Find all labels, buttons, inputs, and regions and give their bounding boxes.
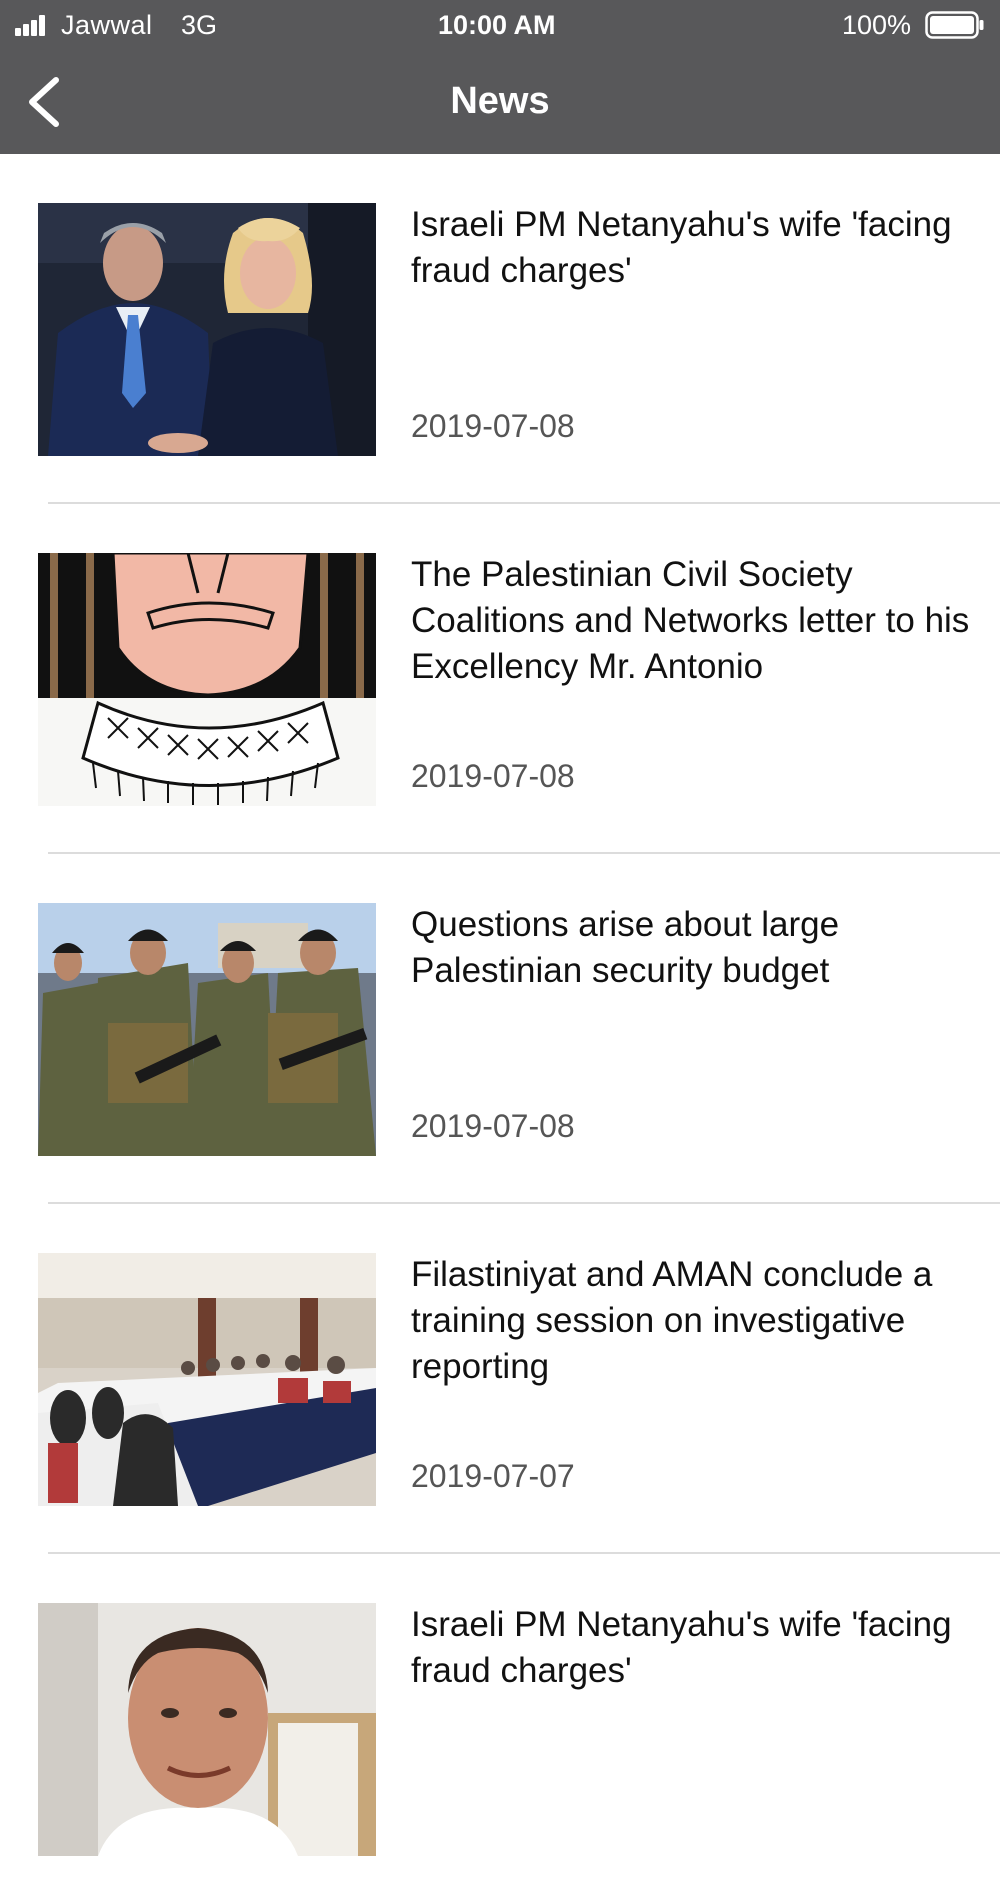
navigation-bar: News xyxy=(0,50,1000,154)
news-thumbnail xyxy=(38,1603,376,1856)
news-thumbnail xyxy=(38,903,376,1156)
news-date: 2019-07-07 xyxy=(411,1458,575,1494)
page-title: News xyxy=(450,80,550,122)
conference-room-photo-image xyxy=(38,1253,376,1506)
news-date: 2019-07-08 xyxy=(411,1108,575,1144)
couple-photo-image xyxy=(38,203,376,456)
news-thumbnail xyxy=(38,203,376,456)
network-type: 3G xyxy=(181,10,218,40)
cartoon-prisoner-image xyxy=(38,553,376,806)
news-item[interactable]: The Palestinian Civil Society Coalitions… xyxy=(0,504,1000,854)
app-header: Jawwal 3G 10:00 AM 100% News xyxy=(0,0,1000,154)
news-item[interactable]: Questions arise about large Palestinian … xyxy=(0,854,1000,1204)
news-date: 2019-07-08 xyxy=(411,408,575,444)
news-title: Questions arise about large Palestinian … xyxy=(411,905,840,990)
signal-strength-icon xyxy=(15,14,55,36)
man-portrait-photo-image xyxy=(38,1603,376,1856)
soldiers-photo-image xyxy=(38,903,376,1156)
news-title: The Palestinian Civil Society Coalitions… xyxy=(411,555,970,686)
carrier-name: Jawwal xyxy=(61,10,153,40)
news-thumbnail xyxy=(38,1253,376,1506)
news-title: Israeli PM Netanyahu's wife 'facing frau… xyxy=(411,205,952,290)
battery-icon xyxy=(925,11,984,39)
news-title: Israeli PM Netanyahu's wife 'facing frau… xyxy=(411,1605,952,1690)
news-item[interactable]: Israeli PM Netanyahu's wife 'facing frau… xyxy=(0,154,1000,504)
status-time: 10:00 AM xyxy=(438,10,556,40)
news-item[interactable]: Filastiniyat and AMAN conclude a trainin… xyxy=(0,1204,1000,1554)
status-bar: Jawwal 3G 10:00 AM 100% xyxy=(0,0,1000,50)
news-title: Filastiniyat and AMAN conclude a trainin… xyxy=(411,1255,933,1386)
news-thumbnail xyxy=(38,553,376,806)
news-item[interactable]: Israeli PM Netanyahu's wife 'facing frau… xyxy=(0,1554,1000,1904)
news-date: 2019-07-08 xyxy=(411,758,575,794)
battery-percentage: 100% xyxy=(842,10,912,40)
